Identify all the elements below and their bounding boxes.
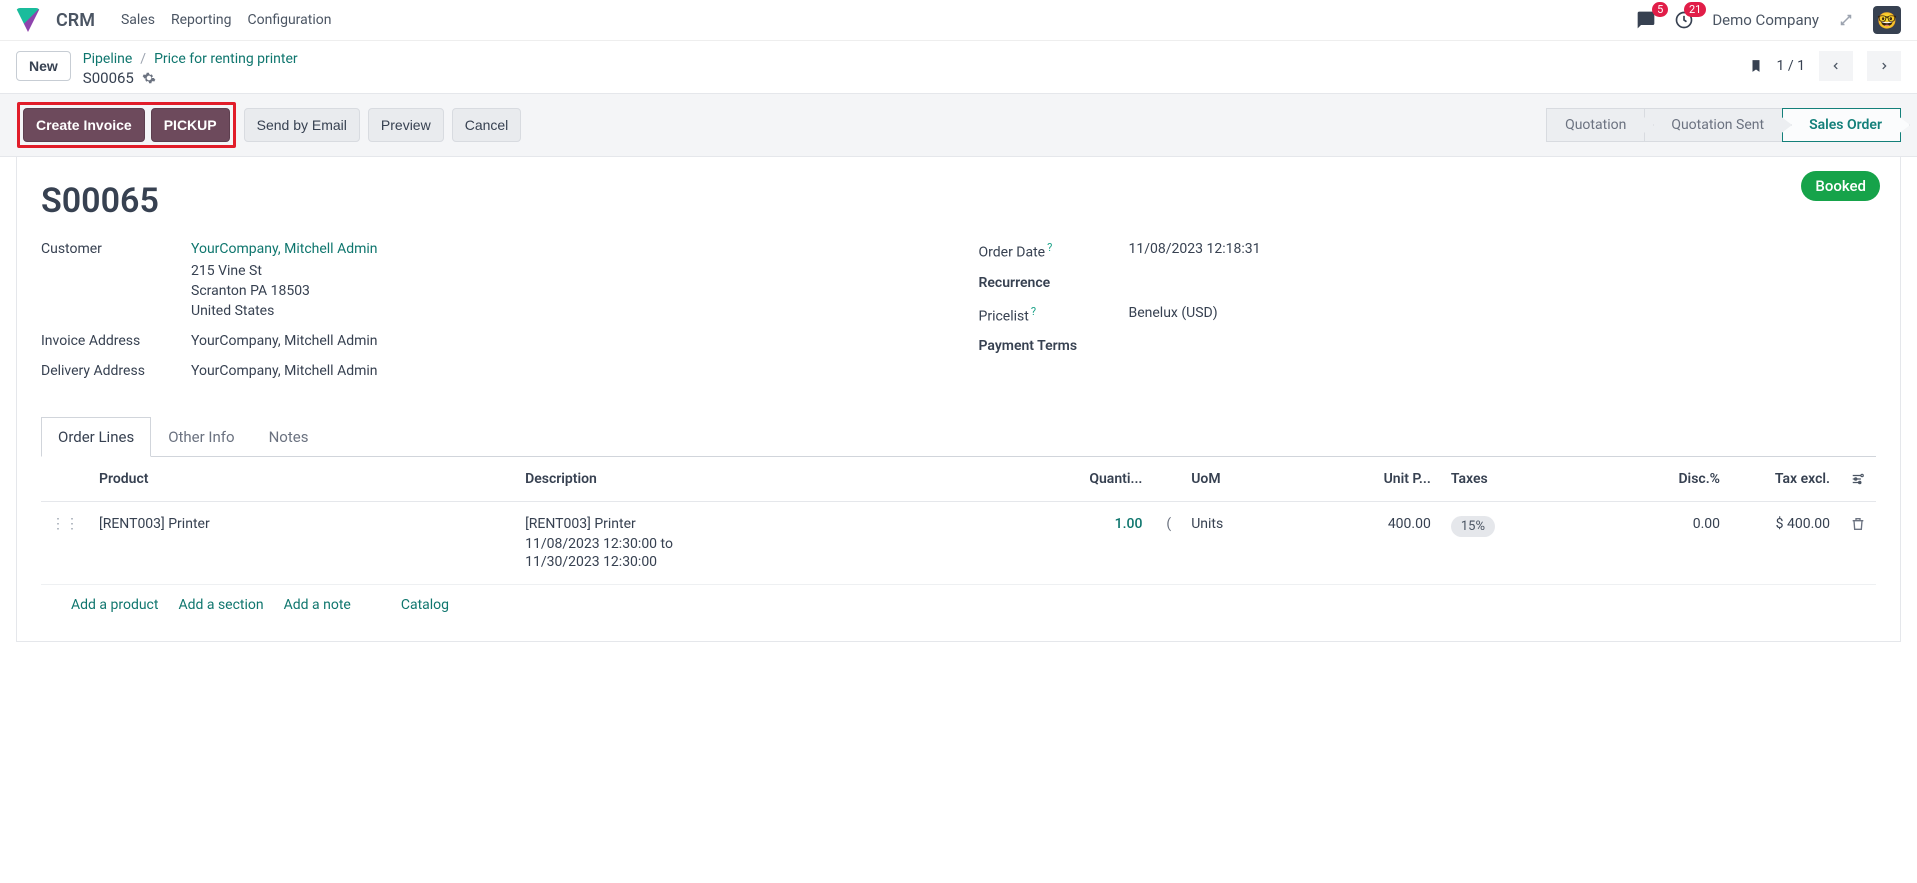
cell-unit-price[interactable]: 400.00	[1351, 502, 1441, 585]
company-name[interactable]: Demo Company	[1712, 11, 1819, 29]
catalog-link[interactable]: Catalog	[401, 597, 449, 613]
delete-row-icon[interactable]	[1850, 516, 1866, 532]
cell-tax-excl[interactable]: $ 400.00	[1730, 502, 1840, 585]
status-sales-order[interactable]: Sales Order	[1782, 108, 1901, 142]
order-date-label: Order Date?	[979, 241, 1129, 261]
top-nav: CRM Sales Reporting Configuration 5 21 D…	[0, 0, 1917, 41]
drag-handle-icon[interactable]: ⋮⋮	[51, 516, 79, 532]
messages-badge: 5	[1652, 2, 1668, 17]
activities-icon[interactable]: 21	[1674, 10, 1694, 30]
app-logo[interactable]	[16, 8, 40, 32]
send-email-button[interactable]: Send by Email	[244, 108, 360, 142]
status-bar: Quotation Quotation Sent Sales Order	[1547, 108, 1901, 142]
col-taxes[interactable]: Taxes	[1441, 457, 1650, 502]
create-invoice-button[interactable]: Create Invoice	[23, 108, 145, 142]
col-tax-excl[interactable]: Tax excl.	[1730, 457, 1840, 502]
add-note-link[interactable]: Add a note	[284, 597, 351, 613]
user-avatar[interactable]: 🤓	[1873, 6, 1901, 34]
cell-description[interactable]: [RENT003] Printer 11/08/2023 12:30:00 to…	[515, 502, 1062, 585]
cell-qty[interactable]: 1.00	[1062, 502, 1152, 585]
left-column: Customer YourCompany, Mitchell Admin 215…	[41, 241, 939, 393]
menu-configuration[interactable]: Configuration	[248, 12, 332, 28]
action-bar: Create Invoice PICKUP Send by Email Prev…	[0, 93, 1917, 157]
delivery-address-label: Delivery Address	[41, 363, 191, 379]
crumb-opportunity[interactable]: Price for renting printer	[154, 51, 298, 67]
payment-terms-label: Payment Terms	[979, 338, 1129, 354]
menu-reporting[interactable]: Reporting	[171, 12, 232, 28]
tab-notes[interactable]: Notes	[252, 417, 326, 456]
new-button[interactable]: New	[16, 51, 71, 81]
pricelist-value[interactable]: Benelux (USD)	[1129, 305, 1877, 321]
tab-other-info[interactable]: Other Info	[151, 417, 251, 456]
customer-addr3: United States	[191, 303, 939, 319]
pager: 1 / 1	[1749, 51, 1901, 81]
cell-disc[interactable]: 0.00	[1650, 502, 1730, 585]
recurrence-label: Recurrence	[979, 275, 1129, 291]
customer-label: Customer	[41, 241, 191, 257]
help-icon[interactable]: ?	[1031, 305, 1036, 318]
pricelist-label: Pricelist?	[979, 305, 1129, 325]
col-unit-price[interactable]: Unit P...	[1351, 457, 1441, 502]
order-lines-table: Product Description Quanti... UoM Unit P…	[41, 457, 1876, 585]
col-product[interactable]: Product	[89, 457, 515, 502]
breadcrumb: Pipeline / Price for renting printer S00…	[83, 51, 298, 87]
order-date-value[interactable]: 11/08/2023 12:18:31	[1129, 241, 1877, 257]
add-product-link[interactable]: Add a product	[71, 597, 158, 613]
add-links: Add a product Add a section Add a note C…	[41, 585, 1876, 619]
menu-sales[interactable]: Sales	[121, 12, 155, 28]
messages-icon[interactable]: 5	[1636, 10, 1656, 30]
columns-config-icon[interactable]	[1850, 472, 1866, 486]
col-description[interactable]: Description	[515, 457, 1062, 502]
crumb-record: S00065	[83, 69, 134, 87]
tab-order-lines[interactable]: Order Lines	[41, 417, 151, 457]
cancel-button[interactable]: Cancel	[452, 108, 522, 142]
tools-icon[interactable]	[1837, 11, 1855, 29]
pager-next-button[interactable]	[1867, 51, 1901, 81]
invoice-address-label: Invoice Address	[41, 333, 191, 349]
cell-qty-extra: (	[1152, 502, 1181, 585]
app-name[interactable]: CRM	[56, 10, 95, 31]
cell-uom[interactable]: Units	[1181, 502, 1351, 585]
right-column: Order Date? 11/08/2023 12:18:31 Recurren…	[979, 241, 1877, 393]
tabs: Order Lines Other Info Notes	[41, 417, 1876, 457]
breadcrumb-row: New Pipeline / Price for renting printer…	[0, 41, 1917, 93]
highlight-annotation: Create Invoice PICKUP	[17, 102, 236, 148]
pickup-button[interactable]: PICKUP	[151, 108, 230, 142]
pager-text: 1 / 1	[1777, 58, 1805, 74]
status-badge: Booked	[1801, 171, 1880, 201]
pager-prev-button[interactable]	[1819, 51, 1853, 81]
customer-addr2: Scranton PA 18503	[191, 283, 939, 299]
col-disc[interactable]: Disc.%	[1650, 457, 1730, 502]
cell-taxes[interactable]: 15%	[1441, 502, 1650, 585]
form-sheet: Booked S00065 Customer YourCompany, Mitc…	[16, 157, 1901, 642]
preview-button[interactable]: Preview	[368, 108, 444, 142]
activities-badge: 21	[1684, 2, 1706, 17]
invoice-address-value[interactable]: YourCompany, Mitchell Admin	[191, 333, 939, 349]
help-icon[interactable]: ?	[1047, 241, 1052, 254]
delivery-address-value[interactable]: YourCompany, Mitchell Admin	[191, 363, 939, 379]
add-section-link[interactable]: Add a section	[178, 597, 263, 613]
bookmark-icon[interactable]	[1749, 57, 1763, 75]
record-title: S00065	[41, 181, 1876, 221]
col-uom[interactable]: UoM	[1181, 457, 1351, 502]
status-quotation-sent[interactable]: Quotation Sent	[1644, 108, 1783, 142]
gear-icon[interactable]	[142, 71, 156, 85]
table-row[interactable]: ⋮⋮ [RENT003] Printer [RENT003] Printer 1…	[41, 502, 1876, 585]
status-quotation[interactable]: Quotation	[1546, 108, 1645, 142]
crumb-pipeline[interactable]: Pipeline	[83, 51, 133, 67]
customer-link[interactable]: YourCompany, Mitchell Admin	[191, 241, 939, 257]
customer-addr1: 215 Vine St	[191, 263, 939, 279]
col-quantity[interactable]: Quanti...	[1062, 457, 1152, 502]
cell-product[interactable]: [RENT003] Printer	[89, 502, 515, 585]
crumb-sep: /	[140, 51, 146, 67]
